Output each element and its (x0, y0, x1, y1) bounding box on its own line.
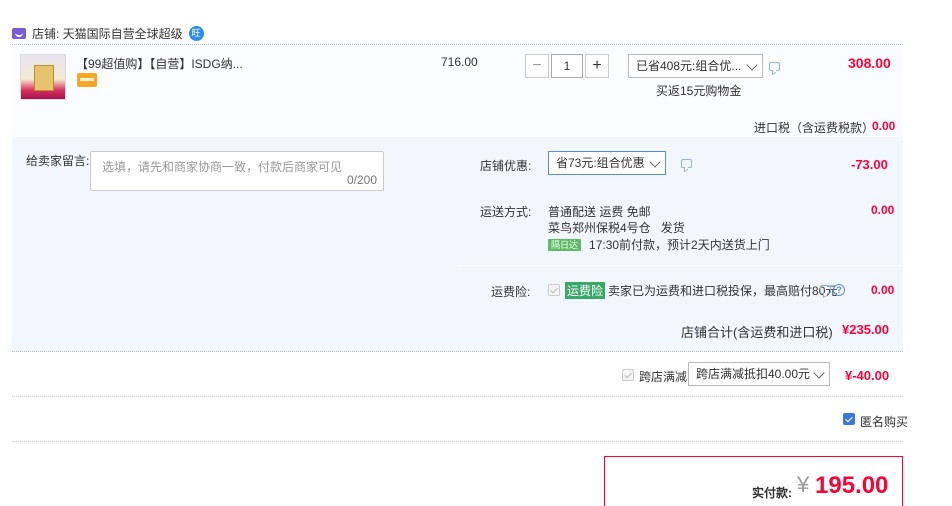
shipping-method: 普通配送 运费 免邮 (548, 205, 651, 219)
store-discount-select[interactable]: 省73元:组合优惠 (548, 151, 666, 175)
insurance-checkbox[interactable] (548, 284, 560, 296)
unit-price: 716.00 (441, 55, 478, 69)
next-day-badge: 隔日达 (548, 238, 582, 251)
insurance-text: 卖家已为运费和进口税投保，最高赔付80元 (608, 284, 838, 298)
quantity-minus-button[interactable]: − (525, 54, 549, 78)
quantity-input[interactable]: 1 (551, 54, 583, 78)
wangwang-chat-icon[interactable]: 旺 (188, 25, 204, 41)
tmall-store-icon (12, 27, 26, 39)
product-thumbnail[interactable] (20, 54, 66, 100)
cross-store-label: 跨店满减 (639, 370, 688, 384)
store-total-label: 店铺合计(含运费和进口税) (681, 325, 833, 340)
insurance-label: 运费险: (491, 285, 531, 299)
anonymous-checkbox[interactable] (843, 413, 855, 425)
chat-bubble-icon[interactable] (681, 159, 692, 168)
shipping-label: 运送方式: (480, 205, 532, 219)
delivery-estimate-text: 17:30前付款，预计2天内送货上门 (589, 238, 770, 252)
store-header: 店铺: 天猫国际自营全球超级 旺 (12, 22, 204, 44)
item-promo-select[interactable]: 已省408元:组合优... (628, 54, 763, 78)
shipping-warehouse: 菜鸟郑州保税4号仓 发货 (548, 219, 685, 236)
store-discount-select-value: 省73元:组合优惠 (556, 156, 645, 170)
divider (12, 396, 903, 397)
chevron-down-icon (813, 367, 825, 379)
currency-symbol: ¥ (797, 472, 810, 497)
divider (12, 441, 903, 442)
chat-bubble-icon[interactable] (769, 62, 780, 71)
quantity-plus-button[interactable]: + (585, 54, 609, 78)
import-tax-value: 0.00 (872, 119, 896, 133)
message-char-counter: 0/200 (346, 173, 377, 187)
help-icon[interactable]: ? (833, 284, 845, 296)
warehouse-name: 菜鸟郑州保税4号仓 (548, 221, 651, 235)
payment-label: 实付款: (752, 486, 792, 500)
ship-word: 发货 (660, 221, 685, 235)
store-name[interactable]: 店铺: 天猫国际自营全球超级 (32, 25, 183, 42)
store-total-value: ¥235.00 (842, 322, 889, 337)
item-promo-select-value: 已省408元:组合优... (636, 59, 742, 73)
cross-store-value: ¥-40.00 (845, 368, 890, 383)
cross-store-checkbox[interactable] (622, 369, 634, 381)
chevron-down-icon (649, 156, 661, 168)
message-label: 给卖家留言: (26, 154, 90, 168)
message-placeholder: 选填，请先和商家协商一致，付款后商家可见 (102, 160, 343, 174)
section-divider (457, 265, 903, 266)
item-subtotal: 308.00 (848, 55, 891, 71)
card-payment-icon (77, 73, 97, 87)
insurance-info: 运费险 卖家已为运费和进口税投保，最高赔付80元 (565, 282, 837, 299)
anonymous-label: 匿名购买 (860, 415, 909, 429)
cross-store-select[interactable]: 跨店满减抵扣40.00元 (688, 362, 830, 386)
import-tax-label: 进口税（含运费税款） (754, 121, 875, 135)
store-discount-label: 店铺优惠: (480, 159, 532, 173)
delivery-estimate: 隔日达 17:30前付款，预计2天内送货上门 (548, 236, 770, 253)
store-discount-value: -73.00 (851, 157, 888, 172)
product-title[interactable]: 【99超值购】【自营】ISDG纳... (76, 55, 243, 72)
cross-store-select-value: 跨店满减抵扣40.00元 (696, 367, 811, 381)
seller-message-input[interactable]: 选填，请先和商家协商一致，付款后商家可见 0/200 (90, 151, 384, 191)
chat-bubble-icon[interactable] (820, 285, 831, 294)
payment-amount: 195.00 (815, 472, 889, 499)
cashback-text: 买返15元购物金 (656, 84, 742, 98)
insurance-tag: 运费险 (565, 282, 606, 299)
payment-summary-box: 实付款: ¥ 195.00 (604, 456, 903, 506)
chevron-down-icon (746, 59, 758, 71)
insurance-value: 0.00 (871, 283, 895, 297)
shipping-value: 0.00 (871, 203, 895, 217)
quantity-stepper: − 1 + (525, 54, 609, 78)
